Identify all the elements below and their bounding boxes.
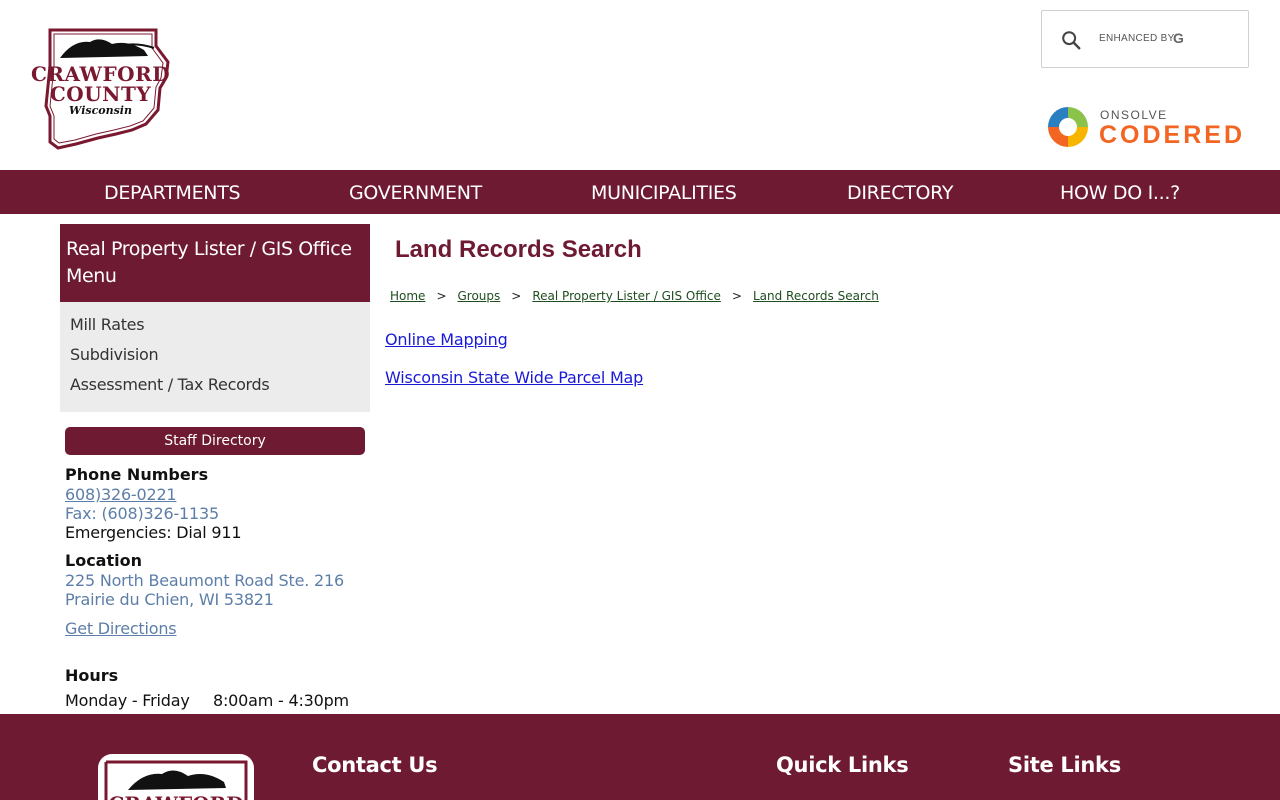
footer-logo[interactable]: CRAWFORD [98,754,254,800]
page-title: Land Records Search [395,236,642,263]
breadcrumb-groups[interactable]: Groups [458,289,501,303]
sidebar-item-subdivision[interactable]: Subdivision [70,345,159,364]
wisconsin-parcel-map-link[interactable]: Wisconsin State Wide Parcel Map [385,368,643,387]
online-mapping-link[interactable]: Online Mapping [385,330,508,349]
phone-fax: Fax: (608)326-1135 [65,504,219,523]
phone-emergency: Emergencies: Dial 911 [65,523,242,542]
hours-times: 8:00am - 4:30pm [213,691,349,710]
crawford-county-logo[interactable]: CRAWFORD COUNTY Wisconsin [28,26,173,150]
breadcrumb-current[interactable]: Land Records Search [753,289,879,303]
sidebar-item-mill-rates[interactable]: Mill Rates [70,315,145,334]
sidebar-menu: Mill Rates Subdivision Assessment / Tax … [60,302,370,412]
breadcrumb-separator: > [731,289,742,303]
codered-badge[interactable]: ONSOLVE CODERED [1046,104,1251,152]
sidebar-item-assessment-tax-records[interactable]: Assessment / Tax Records [70,375,270,394]
footer-logo-text: CRAWFORD [98,792,254,800]
footer-quick-links-heading: Quick Links [776,753,909,777]
breadcrumb-home[interactable]: Home [390,289,425,303]
sidebar-menu-title: Real Property Lister / GIS Office Menu [60,224,370,302]
search-icon[interactable] [1060,29,1082,51]
site-search: ENHANCED BY G [1041,10,1249,68]
codered-circle-icon [1048,107,1088,147]
codered-label: CODERED [1099,121,1246,149]
nav-item-directory[interactable]: DIRECTORY [847,170,953,214]
hours-heading: Hours [65,666,119,685]
footer-contact-heading: Contact Us [312,753,438,777]
site-footer: CRAWFORD Contact Us Quick Links Site Lin… [0,714,1280,800]
breadcrumb-separator: > [436,289,447,303]
logo-line-3: Wisconsin [69,104,132,117]
staff-directory-button[interactable]: Staff Directory [65,427,365,455]
breadcrumb-separator: > [511,289,522,303]
logo-line-2: COUNTY [49,82,152,106]
codered-onsolve-label: ONSOLVE [1100,108,1168,122]
location-heading: Location [65,551,142,570]
google-icon: G [1173,30,1184,46]
nav-item-government[interactable]: GOVERNMENT [349,170,482,214]
address-line-2: Prairie du Chien, WI 53821 [65,590,274,609]
get-directions-link[interactable]: Get Directions [65,619,177,638]
nav-item-municipalities[interactable]: MUNICIPALITIES [591,170,737,214]
breadcrumb-gis-office[interactable]: Real Property Lister / GIS Office [532,289,721,303]
breadcrumb: Home > Groups > Real Property Lister / GIS O… [390,289,879,303]
nav-item-how-do-i[interactable]: HOW DO I...? [1060,170,1180,214]
site-header: CRAWFORD COUNTY Wisconsin ENHANCED BY G … [0,0,1280,170]
phone-numbers-heading: Phone Numbers [65,465,209,484]
address-line-1: 225 North Beaumont Road Ste. 216 [65,571,344,590]
footer-site-links-heading: Site Links [1008,753,1121,777]
nav-item-departments[interactable]: DEPARTMENTS [104,170,241,214]
phone-main-link[interactable]: 608)326-0221 [65,485,177,504]
main-navigation: DEPARTMENTS GOVERNMENT MUNICIPALITIES DI… [0,170,1280,214]
hours-days: Monday - Friday [65,691,190,710]
search-enhanced-label: ENHANCED BY [1099,33,1175,44]
